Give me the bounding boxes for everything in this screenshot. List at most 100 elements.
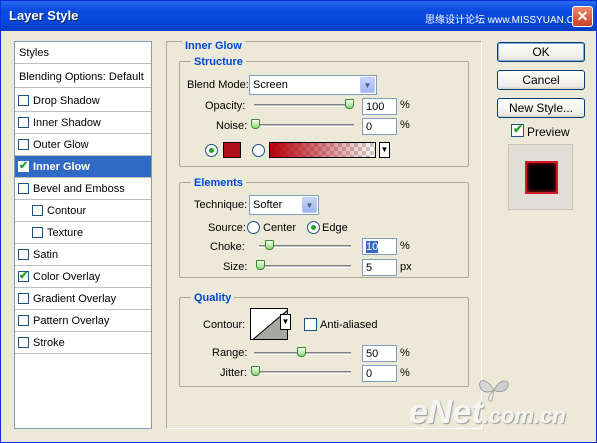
- style-item-satin[interactable]: Satin: [15, 244, 151, 266]
- style-item-label: Satin: [33, 249, 59, 261]
- style-item-bevel-and-emboss[interactable]: Bevel and Emboss: [15, 178, 151, 200]
- technique-label: Technique:: [194, 199, 248, 211]
- jitter-label: Jitter:: [220, 367, 247, 379]
- jitter-slider[interactable]: [254, 371, 351, 374]
- source-edge-radio[interactable]: [307, 221, 320, 234]
- style-item-color-overlay[interactable]: ✔ Color Overlay: [15, 266, 151, 288]
- anti-aliased-label: Anti-aliased: [320, 319, 378, 331]
- range-label: Range:: [212, 347, 248, 359]
- opacity-label: Opacity:: [205, 100, 246, 112]
- opacity-unit: %: [400, 99, 410, 111]
- dialog-title: Layer Style: [9, 8, 79, 23]
- style-item-label: Inner Glow: [33, 161, 90, 173]
- style-item-stroke[interactable]: Stroke: [15, 332, 151, 354]
- style-item-checkbox[interactable]: ✔: [18, 270, 29, 282]
- style-item-label: Contour: [47, 205, 87, 217]
- preview-swatch: [525, 161, 558, 194]
- blending-options-item[interactable]: Blending Options: Default: [15, 66, 151, 88]
- glow-color-swatch[interactable]: [223, 142, 241, 158]
- styles-header[interactable]: Styles: [15, 42, 151, 64]
- jitter-slider-thumb[interactable]: [251, 366, 260, 376]
- style-item-label: Bevel and Emboss: [33, 183, 125, 195]
- size-slider[interactable]: [259, 265, 351, 268]
- choke-input[interactable]: 10: [362, 238, 397, 255]
- anti-aliased-checkbox[interactable]: [304, 318, 317, 331]
- style-item-label: Outer Glow: [33, 139, 89, 151]
- ok-button[interactable]: OK: [497, 42, 585, 62]
- style-item-label: Texture: [47, 227, 84, 239]
- cancel-button[interactable]: Cancel: [497, 70, 585, 90]
- opacity-slider[interactable]: [254, 104, 354, 107]
- close-button[interactable]: ✕: [572, 6, 593, 27]
- size-input[interactable]: 5: [362, 259, 397, 276]
- style-item-checkbox[interactable]: [18, 337, 29, 348]
- gradient-picker[interactable]: [269, 142, 376, 158]
- solid-color-radio[interactable]: [205, 144, 218, 157]
- style-item-checkbox[interactable]: [18, 315, 29, 326]
- technique-select[interactable]: Softer ▼: [249, 195, 319, 215]
- preview-label: Preview: [527, 125, 570, 139]
- jitter-unit: %: [400, 367, 410, 379]
- noise-slider-thumb[interactable]: [251, 119, 260, 129]
- blend-mode-label: Blend Mode:: [187, 79, 249, 91]
- noise-unit: %: [400, 119, 410, 131]
- noise-slider[interactable]: [254, 124, 354, 127]
- style-item-drop-shadow[interactable]: Drop Shadow: [15, 90, 151, 112]
- new-style-button[interactable]: New Style...: [497, 98, 585, 118]
- style-item-inner-glow[interactable]: ✔ Inner Glow: [15, 156, 151, 178]
- style-item-checkbox[interactable]: [32, 227, 43, 238]
- chevron-down-icon: ▼: [360, 77, 375, 93]
- preview-checkbox[interactable]: ✔: [511, 122, 524, 137]
- style-item-checkbox[interactable]: [18, 293, 29, 304]
- style-item-checkbox[interactable]: [18, 139, 29, 150]
- choke-slider-thumb[interactable]: [264, 240, 274, 250]
- style-item-checkbox[interactable]: [32, 205, 43, 216]
- title-bar: Layer Style 思缘设计论坛 www.MISSYUAN.COM ✕: [1, 1, 596, 31]
- source-edge-label: Edge: [322, 222, 348, 234]
- opacity-slider-thumb[interactable]: [345, 99, 354, 109]
- choke-label: Choke:: [210, 241, 245, 253]
- range-slider-thumb[interactable]: [296, 347, 306, 357]
- style-item-label: Pattern Overlay: [33, 315, 110, 327]
- enet-watermark: eNet.com.cn: [409, 393, 566, 431]
- style-item-inner-shadow[interactable]: Inner Shadow: [15, 112, 151, 134]
- elements-title: Elements: [191, 177, 246, 189]
- source-center-radio[interactable]: [247, 221, 260, 234]
- size-label: Size:: [223, 261, 248, 273]
- style-item-label: Inner Shadow: [33, 117, 101, 129]
- style-item-contour[interactable]: Contour: [15, 200, 151, 222]
- opacity-input[interactable]: 100: [362, 98, 397, 115]
- contour-label: Contour:: [203, 319, 246, 331]
- blend-mode-select[interactable]: Screen ▼: [249, 75, 377, 95]
- range-input[interactable]: 50: [362, 345, 397, 362]
- contour-dropdown-icon[interactable]: ▼: [280, 314, 291, 330]
- chevron-down-icon: ▼: [302, 197, 317, 213]
- layer-style-dialog: Layer Style 思缘设计论坛 www.MISSYUAN.COM ✕ St…: [0, 0, 597, 443]
- gradient-dropdown-icon[interactable]: ▼: [379, 142, 390, 158]
- quality-title: Quality: [191, 292, 235, 304]
- size-unit: px: [400, 261, 412, 273]
- style-item-label: Drop Shadow: [33, 95, 100, 107]
- style-item-label: Color Overlay: [33, 271, 101, 283]
- style-item-label: Stroke: [33, 337, 65, 349]
- style-item-outer-glow[interactable]: Outer Glow: [15, 134, 151, 156]
- gradient-radio[interactable]: [252, 144, 265, 157]
- source-center-label: Center: [263, 222, 297, 234]
- size-slider-thumb[interactable]: [256, 260, 265, 270]
- style-item-checkbox[interactable]: [18, 183, 29, 194]
- style-item-texture[interactable]: Texture: [15, 222, 151, 244]
- choke-unit: %: [400, 240, 410, 252]
- style-item-gradient-overlay[interactable]: Gradient Overlay: [15, 288, 151, 310]
- range-unit: %: [400, 347, 410, 359]
- noise-input[interactable]: 0: [362, 118, 397, 135]
- style-item-checkbox[interactable]: ✔: [18, 160, 29, 172]
- jitter-input[interactable]: 0: [362, 365, 397, 382]
- styles-list: Styles Blending Options: Default Drop Sh…: [14, 41, 152, 429]
- style-item-label: Gradient Overlay: [33, 293, 117, 305]
- style-item-checkbox[interactable]: [18, 249, 29, 260]
- style-item-checkbox[interactable]: [18, 95, 29, 106]
- site-watermark: 思缘设计论坛 www.MISSYUAN.COM: [425, 15, 591, 26]
- style-item-checkbox[interactable]: [18, 117, 29, 128]
- style-item-pattern-overlay[interactable]: Pattern Overlay: [15, 310, 151, 332]
- style-preview: [508, 144, 573, 210]
